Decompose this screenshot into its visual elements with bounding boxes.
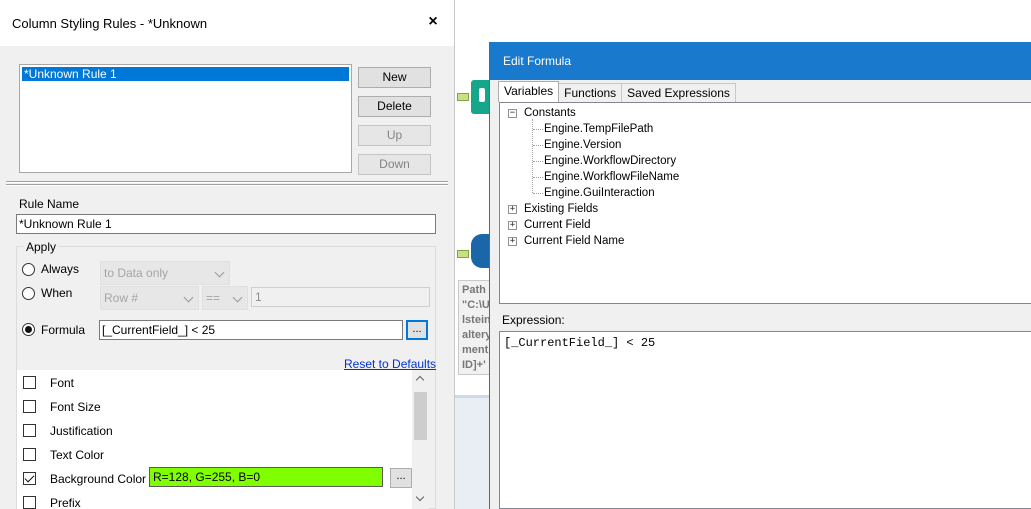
- always-label[interactable]: Always: [41, 262, 79, 276]
- pick-color-button[interactable]: ...: [390, 468, 412, 488]
- reset-to-defaults-link[interactable]: Reset to Defaults: [344, 357, 436, 371]
- dialog-title: Column Styling Rules - *Unknown: [12, 15, 208, 31]
- connector-anchor[interactable]: [457, 93, 469, 101]
- when-value-input[interactable]: 1: [251, 287, 430, 307]
- text-color-checkbox[interactable]: [23, 448, 36, 461]
- collapse-icon[interactable]: −: [508, 109, 517, 118]
- prefix-option-label[interactable]: Prefix: [50, 496, 81, 509]
- connector-anchor[interactable]: [457, 250, 469, 258]
- background-color-checkbox[interactable]: [23, 472, 36, 485]
- rule-list-item[interactable]: *Unknown Rule 1: [22, 67, 349, 81]
- annotation-line: Path: [462, 284, 486, 296]
- divider: [6, 184, 448, 186]
- tree-node-engine-version[interactable]: Engine.Version: [544, 138, 621, 152]
- style-options-list: Font Font Size Justification Text Color …: [17, 370, 412, 509]
- tree-node-current-field-name[interactable]: Current Field Name: [524, 234, 624, 248]
- annotation-line: ID]+': [462, 359, 486, 371]
- prefix-checkbox[interactable]: [23, 496, 36, 509]
- when-radio[interactable]: [22, 287, 35, 300]
- tree-guide-line: [533, 129, 543, 130]
- edit-formula-window: Edit Formula Variables Functions Saved E…: [489, 42, 1031, 509]
- expand-icon[interactable]: +: [508, 221, 517, 230]
- scroll-down-icon[interactable]: [415, 492, 425, 502]
- when-operator-select[interactable]: ==: [202, 286, 248, 310]
- always-scope-select[interactable]: to Data only: [100, 261, 230, 285]
- expand-icon[interactable]: +: [508, 205, 517, 214]
- options-scrollbar[interactable]: [412, 370, 429, 509]
- divider: [6, 181, 448, 183]
- chevron-down-icon: [183, 292, 194, 303]
- annotation-line: "C:\U: [462, 299, 490, 311]
- font-checkbox[interactable]: [23, 376, 36, 389]
- tree-guide-line: [533, 177, 543, 178]
- scroll-thumb[interactable]: [414, 392, 427, 440]
- expand-icon[interactable]: +: [508, 237, 517, 246]
- tree-guide-line: [533, 145, 543, 146]
- tree-guide-line: [532, 119, 533, 193]
- delete-button[interactable]: Delete: [358, 96, 431, 117]
- when-field-select[interactable]: Row #: [100, 286, 199, 310]
- rule-name-input[interactable]: *Unknown Rule 1: [16, 214, 436, 234]
- tool-annotation: Path "C:\U lstein altery ment ID]+': [458, 280, 490, 375]
- rule-name-label: Rule Name: [19, 197, 80, 211]
- always-scope-value: to Data only: [104, 266, 169, 280]
- variables-tree[interactable]: − Constants Engine.TempFilePath Engine.V…: [499, 102, 1031, 304]
- text-color-option-label[interactable]: Text Color: [50, 448, 104, 462]
- expression-editor[interactable]: [_CurrentField_] < 25: [499, 331, 1031, 509]
- edit-formula-button[interactable]: ...: [406, 320, 428, 340]
- screen: Path "C:\U lstein altery ment ID]+' Colu…: [0, 0, 1031, 509]
- tree-node-current-field[interactable]: Current Field: [524, 218, 590, 232]
- canvas-panel-strip: [455, 395, 490, 509]
- justification-option-label[interactable]: Justification: [50, 424, 113, 438]
- background-color-option-label[interactable]: Background Color: [50, 472, 146, 486]
- formula-radio[interactable]: [22, 323, 35, 336]
- when-field-value: Row #: [104, 291, 139, 305]
- background-color-swatch[interactable]: R=128, G=255, B=0: [149, 467, 383, 487]
- font-size-option-label[interactable]: Font Size: [50, 400, 101, 414]
- annotation-line: ment: [462, 344, 489, 356]
- font-option-label[interactable]: Font: [50, 376, 74, 390]
- tree-node-engine-tempfilepath[interactable]: Engine.TempFilePath: [544, 122, 653, 136]
- font-size-checkbox[interactable]: [23, 400, 36, 413]
- expression-label: Expression:: [502, 313, 565, 327]
- tree-node-existing-fields[interactable]: Existing Fields: [524, 202, 598, 216]
- scroll-up-icon[interactable]: [415, 375, 425, 385]
- tree-node-engine-guiinteraction[interactable]: Engine.GuiInteraction: [544, 186, 655, 200]
- up-button[interactable]: Up: [358, 125, 431, 146]
- tree-node-engine-workflowdirectory[interactable]: Engine.WorkflowDirectory: [544, 154, 676, 168]
- always-radio[interactable]: [22, 263, 35, 276]
- annotation-line: altery: [462, 329, 490, 341]
- formula-label[interactable]: Formula: [41, 323, 85, 337]
- new-button[interactable]: New: [358, 67, 431, 88]
- rule-list[interactable]: *Unknown Rule 1: [19, 64, 352, 173]
- dialog-titlebar: Column Styling Rules - *Unknown ×: [0, 0, 454, 46]
- chevron-down-icon: [232, 292, 243, 303]
- formula-tabs: Variables Functions Saved Expressions: [498, 81, 736, 102]
- tree-node-engine-workflowfilename[interactable]: Engine.WorkflowFileName: [544, 170, 679, 184]
- tab-saved-expressions[interactable]: Saved Expressions: [621, 83, 736, 102]
- annotation-line: lstein: [462, 314, 490, 326]
- tab-functions[interactable]: Functions: [558, 83, 623, 102]
- when-label[interactable]: When: [41, 286, 72, 300]
- justification-checkbox[interactable]: [23, 424, 36, 437]
- when-operator-value: ==: [206, 291, 221, 305]
- tab-variables[interactable]: Variables: [498, 81, 560, 102]
- chevron-down-icon: [214, 267, 225, 278]
- formula-input[interactable]: [_CurrentField_] < 25: [99, 320, 403, 340]
- tree-guide-line: [533, 161, 543, 162]
- apply-group-label: Apply: [24, 240, 59, 254]
- tree-node-constants[interactable]: Constants: [524, 106, 576, 120]
- column-styling-rules-dialog: Column Styling Rules - *Unknown × *Unkno…: [0, 0, 455, 509]
- edit-formula-titlebar: Edit Formula: [490, 42, 1031, 80]
- tree-guide-line: [533, 193, 543, 194]
- close-icon[interactable]: ×: [426, 14, 440, 30]
- down-button[interactable]: Down: [358, 154, 431, 175]
